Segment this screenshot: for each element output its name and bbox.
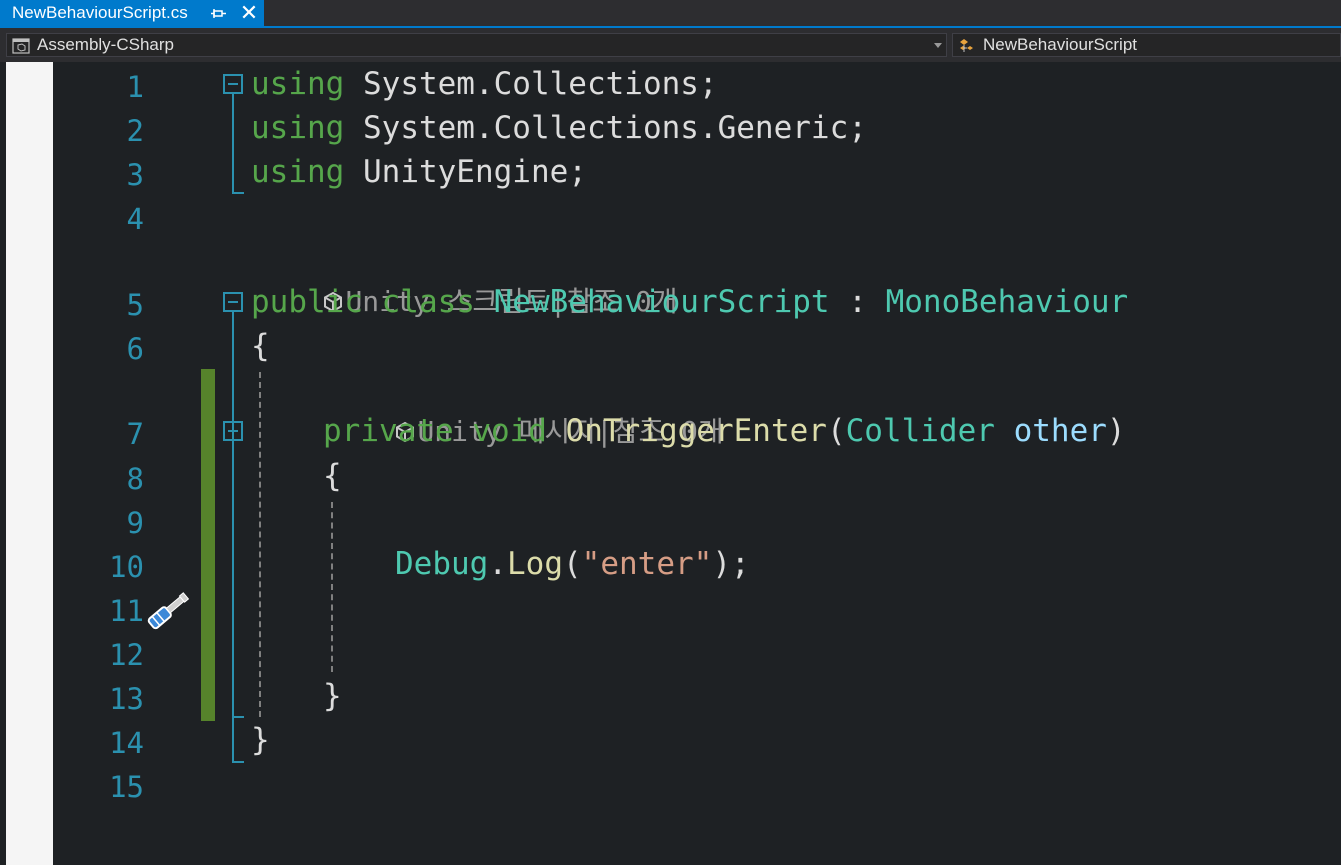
method-name: Log (507, 546, 563, 582)
document-tab[interactable]: NewBehaviourScript.cs ✕ (0, 0, 264, 26)
fold-guide (232, 94, 234, 194)
keyword: private (323, 413, 454, 449)
code-text: . (488, 546, 507, 582)
code-line-2: using System.Collections.Generic; (251, 106, 867, 150)
collapse-class-button[interactable] (223, 292, 243, 312)
keyword: using (251, 66, 345, 102)
class-name: Debug (395, 546, 489, 582)
code-line-7: private void OnTriggerEnter(Collider oth… (323, 409, 1126, 453)
fold-guide-end (232, 192, 244, 194)
code-line-6: { (251, 324, 270, 368)
project-dropdown-label: Assembly-CSharp (37, 35, 174, 54)
parameter-name: other (994, 413, 1107, 449)
base-class-name: MonoBehaviour (885, 284, 1129, 320)
fold-guide (232, 441, 234, 717)
fold-guide-end (232, 716, 244, 718)
keyword: class (362, 284, 494, 320)
close-tab-button[interactable]: ✕ (238, 2, 260, 24)
brace: } (323, 678, 342, 714)
code-text: : (829, 284, 886, 320)
line-number: 8 (126, 462, 144, 496)
code-editor[interactable]: 1 2 3 4 5 6 7 8 9 10 11 12 13 14 15 usin… (0, 62, 1341, 865)
line-number: 2 (126, 114, 144, 148)
class-dropdown[interactable]: NewBehaviourScript (952, 33, 1341, 57)
class-name: NewBehaviourScript (493, 284, 830, 320)
code-line-8: { (323, 454, 342, 498)
code-text: System.Collections.Generic; (344, 110, 867, 146)
class-icon (960, 39, 973, 52)
line-number: 15 (109, 770, 144, 804)
string-literal: "enter" (581, 546, 713, 582)
project-icon (12, 38, 30, 54)
code-text: ( (826, 413, 846, 449)
code-line-5: public class NewBehaviourScript : MonoBe… (251, 280, 1128, 324)
line-number: 5 (126, 288, 144, 322)
indent-guide (331, 502, 333, 672)
line-number: 6 (126, 332, 144, 366)
screwdriver-icon[interactable] (144, 586, 194, 634)
type-name: Collider (845, 413, 995, 449)
line-number: 3 (126, 158, 144, 192)
code-line-14: } (251, 718, 270, 762)
line-number: 4 (126, 202, 144, 236)
brace: { (323, 458, 342, 494)
line-number: 14 (109, 726, 144, 760)
brace: { (251, 328, 270, 364)
code-text: ) (1106, 413, 1126, 449)
editor-margin (6, 62, 53, 865)
tab-title: NewBehaviourScript.cs (12, 3, 188, 22)
indent-guide (259, 372, 261, 717)
code-text: ( (563, 546, 582, 582)
keyword: using (251, 110, 345, 146)
changed-lines-indicator (201, 369, 215, 721)
keyword: using (251, 154, 345, 190)
line-number: 9 (126, 506, 144, 540)
collapse-method-button[interactable] (223, 421, 243, 441)
code-line-3: using UnityEngine; (251, 150, 587, 194)
document-tab-strip: NewBehaviourScript.cs ✕ (0, 0, 1341, 28)
line-number: 12 (109, 638, 144, 672)
code-text: System.Collections; (344, 66, 718, 102)
class-dropdown-label: NewBehaviourScript (983, 35, 1138, 54)
line-number: 1 (126, 70, 144, 104)
code-line-10: Debug.Log("enter"); (395, 542, 750, 586)
code-line-13: } (323, 674, 342, 718)
chevron-down-icon[interactable] (934, 43, 942, 48)
line-number: 10 (109, 550, 144, 584)
keyword: public (251, 284, 363, 320)
keyword: void (453, 413, 566, 449)
code-line-1: using System.Collections; (251, 62, 718, 106)
pin-icon[interactable] (211, 4, 227, 22)
line-number: 13 (109, 682, 144, 716)
project-dropdown[interactable]: Assembly-CSharp (6, 33, 947, 57)
brace: } (251, 722, 270, 758)
collapse-usings-button[interactable] (223, 74, 243, 94)
line-number: 7 (126, 417, 144, 451)
navigation-bar: Assembly-CSharp NewBehaviourScript (0, 28, 1341, 62)
code-text: UnityEngine; (344, 154, 587, 190)
fold-guide-end (232, 761, 244, 763)
line-number: 11 (109, 594, 144, 628)
method-name: OnTriggerEnter (565, 413, 827, 449)
code-text: ); (712, 546, 750, 582)
